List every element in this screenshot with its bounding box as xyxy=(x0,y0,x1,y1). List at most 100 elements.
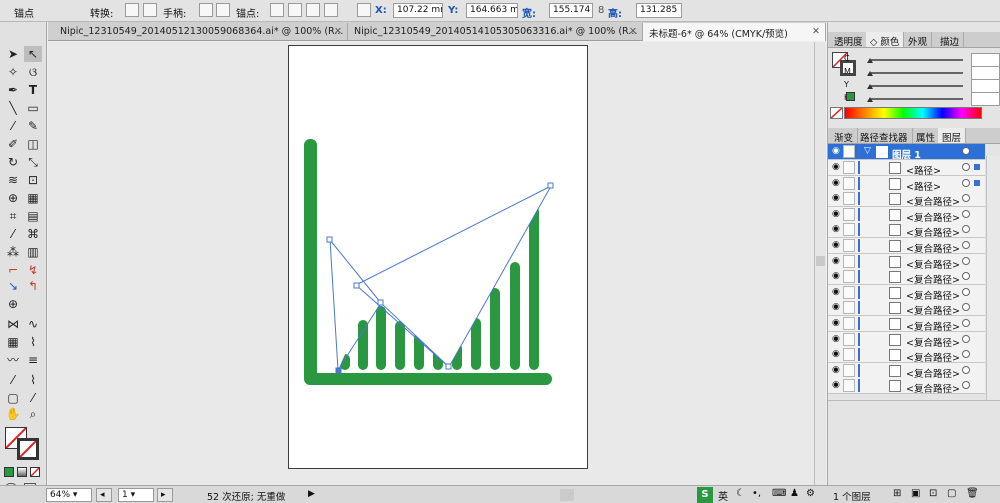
layer-item-row[interactable]: ◉ <复合路径> xyxy=(828,378,985,395)
target-icon[interactable] xyxy=(962,287,970,296)
layer-item-row[interactable]: ◉ <复合路径> xyxy=(828,269,985,286)
lock-toggle[interactable] xyxy=(843,317,855,330)
target-icon[interactable] xyxy=(962,194,970,203)
ime-moon-icon[interactable]: ☾ xyxy=(736,488,745,499)
locate-object-icon[interactable]: ⊞ xyxy=(893,488,901,499)
target-icon[interactable] xyxy=(962,272,970,281)
eye-icon[interactable]: ◉ xyxy=(832,350,842,359)
target-icon[interactable] xyxy=(962,163,970,171)
ime-settings-icon[interactable]: ⚙ xyxy=(806,488,815,499)
target-icon[interactable] xyxy=(962,350,970,359)
layer-item-row[interactable]: ◉ <复合路径> xyxy=(828,206,985,224)
layer-item-row[interactable]: ◉ <复合路径> xyxy=(828,362,985,380)
eye-icon[interactable]: ◉ xyxy=(832,241,842,250)
target-icon[interactable] xyxy=(962,303,970,312)
tab-color[interactable]: ◇ 颜色 xyxy=(866,32,905,48)
layer-item-row[interactable]: ◉ <复合路径> xyxy=(828,284,985,302)
tab-appearance[interactable]: 外观 xyxy=(904,32,933,48)
lock-toggle[interactable] xyxy=(843,192,855,206)
vertical-axis-shape[interactable] xyxy=(304,139,317,383)
lock-toggle[interactable] xyxy=(843,379,855,393)
eye-icon[interactable]: ◉ xyxy=(832,303,842,312)
target-icon[interactable] xyxy=(962,319,970,327)
vertical-scrollbar[interactable] xyxy=(814,42,826,485)
lock-toggle[interactable] xyxy=(843,270,855,284)
item-name[interactable]: <复合路径> xyxy=(906,381,960,395)
zoom-select[interactable]: 64% ▾ xyxy=(46,488,92,502)
lock-toggle[interactable] xyxy=(843,301,855,315)
layer-item-row[interactable]: ◉ <复合路径> xyxy=(828,347,985,364)
layer-name[interactable]: 图层 1 xyxy=(892,147,921,161)
expand-icon[interactable]: ▽ xyxy=(864,146,871,156)
none-color-icon[interactable] xyxy=(830,107,843,119)
bar-shape[interactable] xyxy=(376,306,386,370)
delete-layer-icon[interactable]: 🗑 xyxy=(966,488,979,499)
eye-icon[interactable]: ◉ xyxy=(832,287,842,297)
layer-item-row[interactable]: ◉ <复合路径> xyxy=(828,316,985,333)
layer-item-row[interactable]: ◉ <复合路径> xyxy=(828,191,985,208)
layer-item-row[interactable]: ◉ <复合路径> xyxy=(828,253,985,271)
layer-item-row[interactable]: ◉ <路径> xyxy=(828,175,985,193)
ime-lang-icon[interactable]: 英 xyxy=(718,488,728,503)
horizontal-axis-shape[interactable] xyxy=(304,373,552,385)
eye-icon[interactable]: ◉ xyxy=(832,381,842,390)
ime-user-icon[interactable]: ♟ xyxy=(790,488,799,499)
tab-gradient[interactable]: 渐变 xyxy=(830,128,859,144)
layer-item-row[interactable]: ◉ <路径> xyxy=(828,160,985,177)
tab-layers[interactable]: 图层 xyxy=(938,128,967,144)
target-icon[interactable] xyxy=(962,241,970,249)
color-spectrum[interactable] xyxy=(844,107,982,119)
target-icon[interactable] xyxy=(962,365,970,374)
artboard-select[interactable]: 1 ▾ xyxy=(118,488,154,502)
ime-keyboard-icon[interactable]: ⌨ xyxy=(772,488,786,499)
tab-stroke[interactable]: 描边 xyxy=(936,32,965,48)
layer-item-row[interactable]: ◉ <复合路径> xyxy=(828,300,985,317)
next-artboard-icon[interactable]: ▸ xyxy=(157,488,173,502)
eye-icon[interactable]: ◉ xyxy=(832,209,842,219)
tab-pathfinder[interactable]: 路径查找器 xyxy=(856,128,913,144)
lock-toggle[interactable] xyxy=(843,145,855,158)
target-icon[interactable] xyxy=(962,225,970,234)
layer-item-row[interactable]: ◉ <复合路径> xyxy=(828,331,985,349)
status-menu-icon[interactable]: ▶ xyxy=(308,489,315,499)
slider-m[interactable]: M xyxy=(844,66,1000,80)
target-icon[interactable] xyxy=(962,209,970,218)
lock-toggle[interactable] xyxy=(843,161,855,174)
target-icon[interactable] xyxy=(962,334,970,343)
scroll-thumb[interactable] xyxy=(816,256,825,266)
bar-shape[interactable] xyxy=(529,206,539,370)
ime-dot-icon[interactable]: •, xyxy=(752,488,761,499)
chart-artwork[interactable] xyxy=(304,139,554,385)
target-icon[interactable] xyxy=(962,178,970,187)
target-icon[interactable] xyxy=(962,381,970,390)
lock-toggle[interactable] xyxy=(843,285,855,299)
lock-toggle[interactable] xyxy=(843,207,855,221)
eye-icon[interactable]: ◉ xyxy=(832,225,842,234)
bar-shape[interactable] xyxy=(395,321,405,370)
target-icon[interactable] xyxy=(962,147,970,155)
ime-logo[interactable]: S xyxy=(697,487,713,503)
bar-shape[interactable] xyxy=(358,320,368,370)
lock-toggle[interactable] xyxy=(843,363,855,377)
eye-icon[interactable]: ◉ xyxy=(832,178,842,188)
slider-c[interactable]: C xyxy=(844,53,1000,67)
lock-toggle[interactable] xyxy=(843,254,855,268)
layer-item-row[interactable]: ◉ <复合路径> xyxy=(828,222,985,239)
new-layer-icon[interactable]: ▢ xyxy=(947,488,956,499)
eye-icon[interactable]: ◉ xyxy=(832,334,842,344)
layer-item-row[interactable]: ◉ <复合路径> xyxy=(828,238,985,255)
eye-icon[interactable]: ◉ xyxy=(832,256,842,266)
eye-icon[interactable]: ◉ xyxy=(832,272,842,281)
lock-toggle[interactable] xyxy=(843,332,855,346)
eye-icon[interactable]: ◉ xyxy=(832,194,842,203)
hscroll-thumb[interactable] xyxy=(560,489,574,501)
tab-attributes[interactable]: 属性 xyxy=(912,128,941,144)
bar-shape[interactable] xyxy=(510,262,520,370)
new-sublayer-icon[interactable]: ⊡ xyxy=(929,488,937,499)
eye-icon[interactable]: ◉ xyxy=(832,365,842,375)
slider-y[interactable]: Y xyxy=(844,79,1000,93)
eye-icon[interactable]: ◉ xyxy=(832,163,842,172)
prev-artboard-icon[interactable]: ◂ xyxy=(96,488,112,502)
bar-shape[interactable] xyxy=(490,288,500,370)
lock-toggle[interactable] xyxy=(843,223,855,237)
